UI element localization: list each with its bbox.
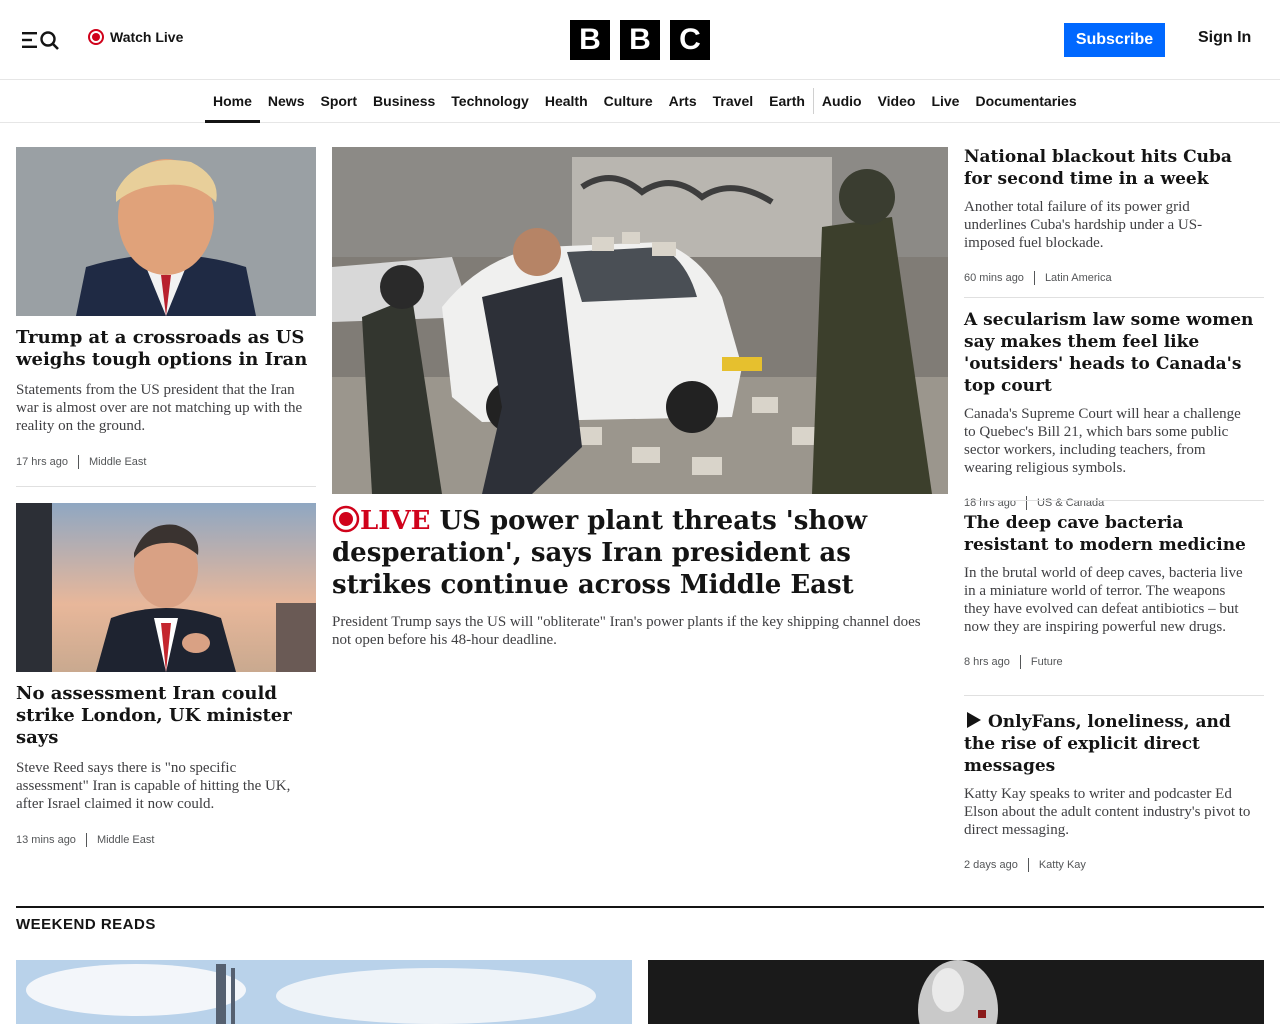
nav-video[interactable]: Video (870, 80, 924, 122)
story-time: 2 days ago (964, 859, 1018, 871)
bbc-logo[interactable]: B B C (570, 20, 710, 60)
menu-search-icon (22, 31, 59, 50)
weekend-image-2[interactable] (648, 960, 1264, 1024)
story-meta: 60 mins ago Latin America (964, 271, 1264, 285)
story-headline[interactable]: OnlyFans, loneliness, and the rise of ex… (964, 711, 1264, 777)
main-nav: Home News Sport Business Technology Heal… (0, 80, 1280, 123)
story-meta: 18 hrs ago US & Canada (964, 496, 1264, 510)
story-summary: Canada's Supreme Court will hear a chall… (964, 406, 1241, 476)
divider (16, 486, 316, 487)
story-headline[interactable]: Trump at a crossroads as US weighs tough… (16, 327, 316, 371)
story-summary: Katty Kay speaks to writer and podcaster… (964, 786, 1251, 838)
story-headline[interactable]: No assessment Iran could strike London, … (16, 683, 316, 749)
divider (964, 297, 1264, 298)
story-image-minister[interactable] (16, 503, 316, 672)
story-card-minister: No assessment Iran could strike London, … (16, 683, 316, 847)
story-section[interactable]: Latin America (1045, 272, 1112, 284)
story-headline[interactable]: A secularism law some women say makes th… (964, 309, 1264, 397)
story-time: 60 mins ago (964, 272, 1024, 284)
story-time: 17 hrs ago (16, 456, 68, 468)
section-rule (16, 906, 1264, 908)
menu-search-button[interactable] (20, 27, 64, 53)
story-meta: 8 hrs ago Future (964, 655, 1264, 669)
story-summary: Another total failure of its power grid … (964, 199, 1203, 251)
nav-earth[interactable]: Earth (761, 80, 813, 122)
subscribe-button[interactable]: Subscribe (1064, 23, 1165, 57)
meta-divider (1025, 496, 1027, 510)
nav-audio[interactable]: Audio (812, 88, 870, 114)
story-summary: Steve Reed says there is "no specific as… (16, 760, 291, 812)
story-card-canada: A secularism law some women say makes th… (964, 309, 1264, 510)
meta-divider (1027, 858, 1029, 872)
story-section[interactable]: Middle East (97, 834, 154, 846)
meta-divider (77, 455, 79, 469)
nav-technology[interactable]: Technology (443, 80, 537, 122)
story-card-cuba: National blackout hits Cuba for second t… (964, 146, 1264, 285)
lead-story-image[interactable] (332, 147, 948, 494)
story-summary: In the brutal world of deep caves, bacte… (964, 565, 1243, 635)
story-time: 18 hrs ago (964, 497, 1016, 509)
story-card-bacteria: The deep cave bacteria resistant to mode… (964, 512, 1264, 669)
story-headline[interactable]: National blackout hits Cuba for second t… (964, 146, 1264, 190)
story-card-onlyfans: OnlyFans, loneliness, and the rise of ex… (964, 711, 1264, 872)
nav-business[interactable]: Business (365, 80, 443, 122)
nav-arts[interactable]: Arts (661, 80, 705, 122)
story-meta: 13 mins ago Middle East (16, 833, 316, 847)
story-time: 8 hrs ago (964, 656, 1010, 668)
logo-letter-b1: B (570, 20, 610, 60)
lead-story-summary: President Trump says the US will "oblite… (332, 614, 921, 648)
story-headline[interactable]: The deep cave bacteria resistant to mode… (964, 512, 1264, 556)
nav-sport[interactable]: Sport (312, 80, 365, 122)
story-section[interactable]: US & Canada (1037, 497, 1104, 509)
watch-live-label: Watch Live (110, 29, 184, 45)
watch-live-link[interactable]: Watch Live (88, 29, 183, 45)
nav-documentaries[interactable]: Documentaries (967, 80, 1084, 122)
meta-divider (1019, 655, 1021, 669)
story-section[interactable]: Middle East (89, 456, 146, 468)
logo-letter-c: C (670, 20, 710, 60)
play-icon (967, 712, 981, 728)
logo-letter-b2: B (620, 20, 660, 60)
nav-live[interactable]: Live (923, 80, 967, 122)
live-icon (332, 505, 360, 533)
sign-in-link[interactable]: Sign In (1198, 29, 1251, 47)
story-headline-text: OnlyFans, loneliness, and the rise of ex… (964, 712, 1231, 776)
story-card-trump: Trump at a crossroads as US weighs tough… (16, 327, 316, 469)
live-icon (88, 29, 104, 45)
meta-divider (1033, 271, 1035, 285)
live-label: LIVE (360, 506, 431, 536)
story-meta: 2 days ago Katty Kay (964, 858, 1264, 872)
weekend-image-1[interactable] (16, 960, 632, 1024)
story-section[interactable]: Katty Kay (1039, 859, 1086, 871)
meta-divider (85, 833, 87, 847)
divider (964, 500, 1264, 501)
lead-story-headline[interactable]: LIVE US power plant threats 'show desper… (332, 505, 948, 601)
story-summary: Statements from the US president that th… (16, 382, 303, 434)
story-section[interactable]: Future (1031, 656, 1063, 668)
story-image-trump[interactable] (16, 147, 316, 316)
divider (964, 695, 1264, 696)
nav-health[interactable]: Health (537, 80, 596, 122)
weekend-reads-title: WEEKEND READS (16, 916, 156, 933)
nav-news[interactable]: News (260, 80, 313, 122)
story-meta: 17 hrs ago Middle East (16, 455, 316, 469)
nav-culture[interactable]: Culture (596, 80, 661, 122)
site-header: Watch Live B B C Subscribe Sign In (0, 0, 1280, 80)
nav-travel[interactable]: Travel (705, 80, 761, 122)
nav-home[interactable]: Home (205, 80, 260, 123)
story-time: 13 mins ago (16, 834, 76, 846)
